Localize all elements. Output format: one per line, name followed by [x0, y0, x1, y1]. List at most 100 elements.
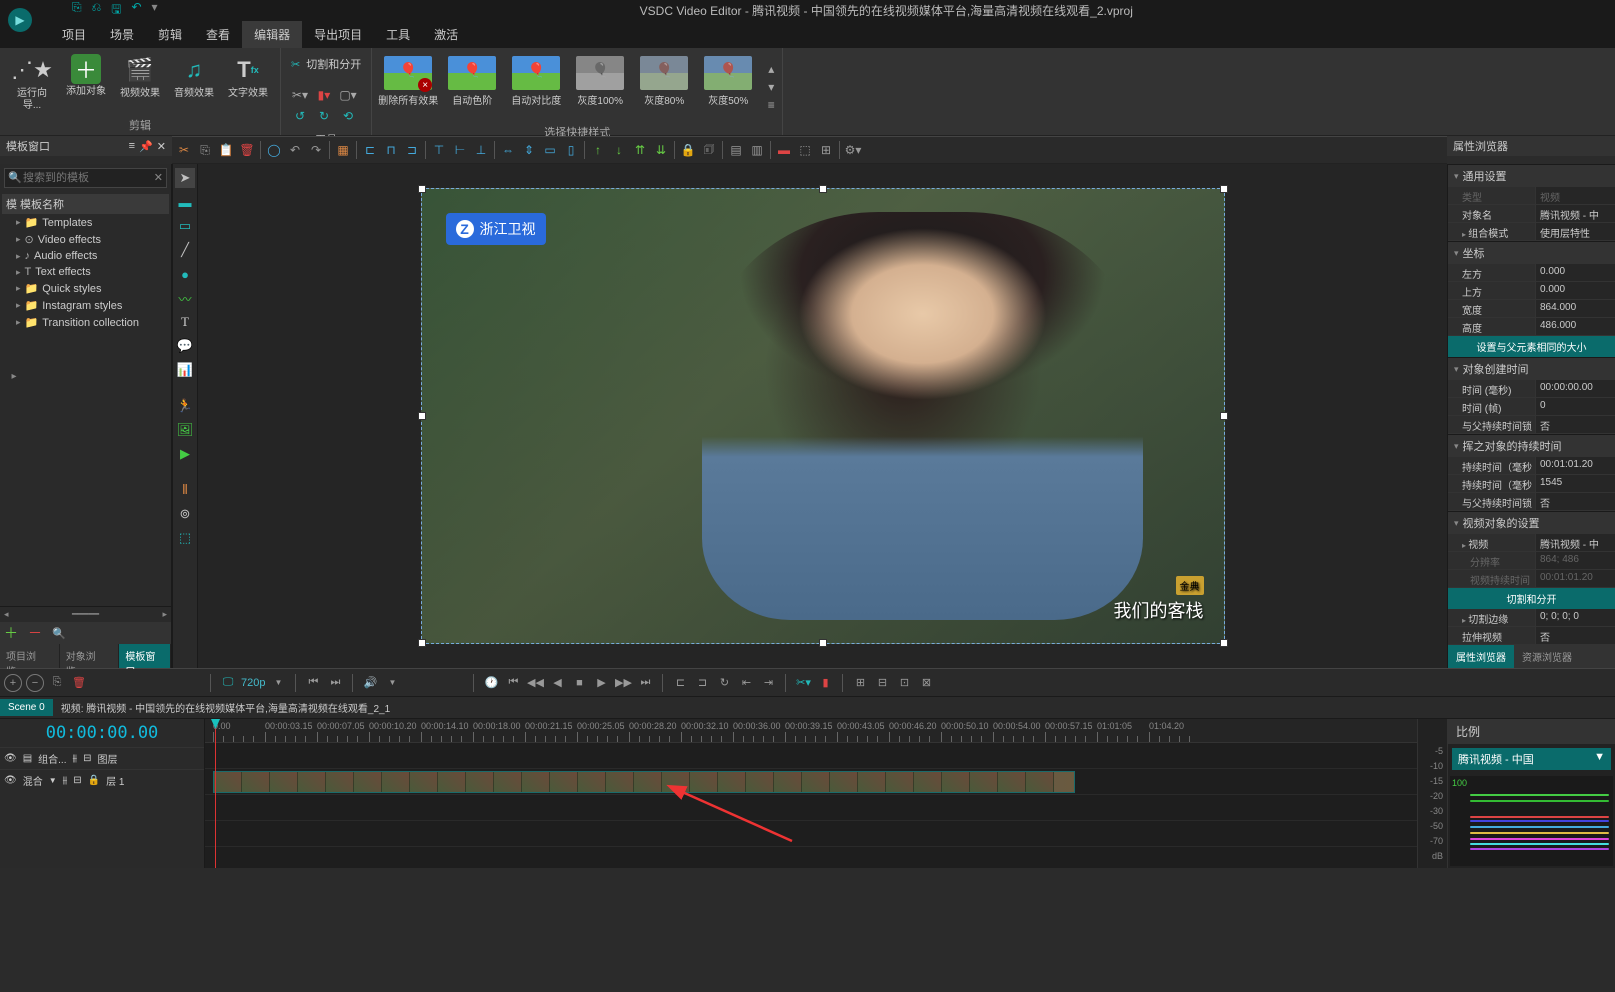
tl-region-next-icon[interactable]: ⇥: [759, 674, 777, 692]
tab-properties[interactable]: 属性浏览器: [1448, 645, 1514, 668]
tl-snap3-icon[interactable]: ⊡: [895, 674, 913, 692]
tb-redo-icon[interactable]: ↷: [306, 140, 326, 160]
tl-clock-icon[interactable]: 🕐: [482, 674, 500, 692]
track-split-icon[interactable]: ⊟: [83, 753, 91, 764]
ribbon-audio-fx[interactable]: ♫音频效果: [168, 52, 220, 114]
tb-arrow-downdown-icon[interactable]: ⇊: [651, 140, 671, 160]
ribbon-video-fx[interactable]: 🎬视频效果: [114, 52, 166, 114]
crop-icon[interactable]: ▢▾: [339, 86, 357, 104]
tl-duplicate-icon[interactable]: ⎘: [48, 674, 66, 692]
tb-lock-icon[interactable]: 🔒: [678, 140, 698, 160]
lock-icon[interactable]: 🔒: [88, 775, 100, 786]
flip-icon[interactable]: ⟲: [339, 107, 357, 125]
playhead[interactable]: [215, 719, 216, 868]
tb-arrow-up-icon[interactable]: ↑: [588, 140, 608, 160]
tl-cut-tool-icon[interactable]: ✂▾: [794, 674, 812, 692]
prop-row[interactable]: 持续时间（毫秒1545: [1448, 475, 1615, 493]
tpl-instagram[interactable]: ▸📁Instagram styles: [2, 297, 169, 314]
tool-image-icon[interactable]: 🖼: [175, 420, 195, 440]
template-search-icon[interactable]: 🔍: [52, 627, 66, 640]
tpl-expand-icon[interactable]: ▸: [2, 371, 26, 382]
menu-scene[interactable]: 场景: [98, 21, 146, 48]
marker-icon[interactable]: ▮▾: [315, 86, 333, 104]
timeline-ruler[interactable]: 0.0000:00:03.1500:00:07.0500:00:10.2000:…: [205, 719, 1417, 743]
prop-section-coords[interactable]: ▾坐标: [1448, 242, 1615, 264]
tb-cut-icon[interactable]: ✂: [174, 140, 194, 160]
tb-same-height-icon[interactable]: ▯: [561, 140, 581, 160]
tool-human-icon[interactable]: 🏃: [175, 396, 195, 416]
tool-tooltip-icon[interactable]: 💬: [175, 336, 195, 356]
prop-row[interactable]: 上方0.000: [1448, 282, 1615, 300]
tl-res-dropdown-icon[interactable]: ▼: [269, 674, 287, 692]
tb-copy-icon[interactable]: ⎘: [195, 140, 215, 160]
tb-layer2-icon[interactable]: ▥: [747, 140, 767, 160]
prop-row[interactable]: 时间 (毫秒)00:00:00.00: [1448, 380, 1615, 398]
tl-snap1-icon[interactable]: ⊞: [851, 674, 869, 692]
qs-gray100[interactable]: 灰度100%: [570, 56, 630, 118]
menu-activate[interactable]: 激活: [422, 21, 470, 48]
tl-prev-icon[interactable]: ◀◀: [526, 674, 544, 692]
tool-line-icon[interactable]: ╱: [175, 240, 195, 260]
tl-snap2-icon[interactable]: ⊟: [873, 674, 891, 692]
rotate-cw-icon[interactable]: ↻: [315, 107, 333, 125]
tpl-text-effects[interactable]: ▸TText effects: [2, 264, 169, 280]
resize-handle[interactable]: [819, 639, 827, 647]
tool-pointer-icon[interactable]: ➤: [175, 168, 195, 188]
tb-delete-icon[interactable]: 🗑: [237, 140, 257, 160]
chevron-down-icon[interactable]: ▼: [49, 776, 57, 785]
track-audio-icon[interactable]: ⫵: [73, 753, 78, 764]
ribbon-add-object[interactable]: ＋添加对象: [60, 52, 112, 114]
tb-align-right-icon[interactable]: ⊐: [402, 140, 422, 160]
prop-action-parent-size[interactable]: 设置与父元素相同的大小: [1448, 336, 1615, 357]
tool-chart-icon[interactable]: 📊: [175, 360, 195, 380]
eye-icon[interactable]: 👁: [4, 753, 17, 764]
tl-remove-icon[interactable]: −: [26, 674, 44, 692]
tool-text-icon[interactable]: T: [175, 312, 195, 332]
tab-project-browser[interactable]: 项目浏览...: [0, 644, 60, 668]
panel-close-icon[interactable]: ✕: [157, 140, 166, 153]
cut-split-label[interactable]: 切割和分开: [306, 56, 361, 72]
menu-tools[interactable]: 工具: [374, 21, 422, 48]
tl-first-icon[interactable]: ⏮: [504, 674, 522, 692]
qs-expand-icon[interactable]: ≡: [762, 96, 780, 114]
tb-undo-icon[interactable]: ↶: [285, 140, 305, 160]
tl-loop-icon[interactable]: ↻: [715, 674, 733, 692]
prop-row[interactable]: 左方0.000: [1448, 264, 1615, 282]
tl-snap4-icon[interactable]: ⊠: [917, 674, 935, 692]
prop-row[interactable]: 对象名腾讯视频 - 中: [1448, 205, 1615, 223]
qs-auto-levels[interactable]: 自动色阶: [442, 56, 502, 118]
tab-template-window[interactable]: 模板窗口: [119, 644, 171, 668]
tb-bounds-icon[interactable]: ⬚: [795, 140, 815, 160]
tb-distribute-v-icon[interactable]: ⇕: [519, 140, 539, 160]
tl-loop-a-icon[interactable]: ⊏: [671, 674, 689, 692]
tl-next-icon[interactable]: ▶▶: [614, 674, 632, 692]
rotate-ccw-icon[interactable]: ↺: [291, 107, 309, 125]
qat-new-icon[interactable]: ⎘: [72, 0, 82, 21]
prop-row[interactable]: 高度486.000: [1448, 318, 1615, 336]
track-audio-icon[interactable]: ⫵: [63, 775, 68, 786]
track-props-icon[interactable]: ▤: [23, 753, 32, 764]
qs-remove-all[interactable]: 删除所有效果: [378, 56, 438, 118]
menu-view[interactable]: 查看: [194, 21, 242, 48]
tool-counter-icon[interactable]: ⊚: [175, 504, 195, 524]
tl-region-prev-icon[interactable]: ⇤: [737, 674, 755, 692]
track-combo[interactable]: 组合...: [38, 751, 66, 766]
tool-freeform-icon[interactable]: 〰: [175, 288, 195, 308]
tab-object-browser[interactable]: 对象浏览...: [60, 644, 120, 668]
resize-handle[interactable]: [418, 639, 426, 647]
tl-volume-icon[interactable]: 🔊: [361, 674, 379, 692]
prop-row[interactable]: 与父持续时间锁否: [1448, 493, 1615, 511]
tl-delete-icon[interactable]: 🗑: [70, 674, 88, 692]
resize-handle[interactable]: [1220, 185, 1228, 193]
tpl-audio-effects[interactable]: ▸♪Audio effects: [2, 248, 169, 264]
tb-align-middle-icon[interactable]: ⊢: [450, 140, 470, 160]
resize-handle[interactable]: [418, 185, 426, 193]
tb-snap-icon[interactable]: ⊞: [816, 140, 836, 160]
prop-row[interactable]: 组合模式使用层特性: [1448, 223, 1615, 241]
tb-props-icon[interactable]: 🗊: [699, 140, 719, 160]
search-clear-icon[interactable]: ✕: [154, 171, 163, 184]
tl-play-icon[interactable]: ▶: [592, 674, 610, 692]
track-split-icon[interactable]: ⊟: [73, 775, 81, 786]
qs-scroll-up-icon[interactable]: ▴: [762, 60, 780, 78]
tool-rect2-icon[interactable]: ▭: [175, 216, 195, 236]
